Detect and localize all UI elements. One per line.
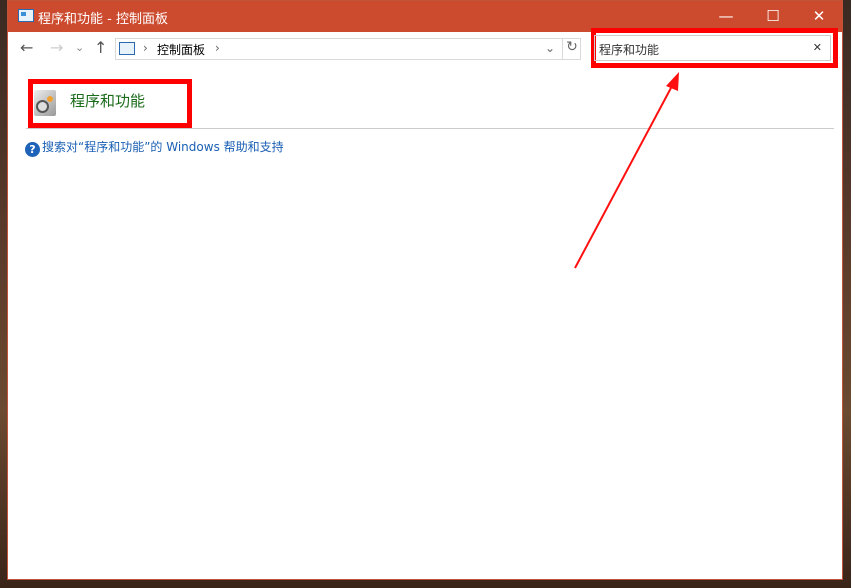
watermark-logo: 系统之家 <box>761 553 841 582</box>
annotation-arrow <box>0 0 851 588</box>
